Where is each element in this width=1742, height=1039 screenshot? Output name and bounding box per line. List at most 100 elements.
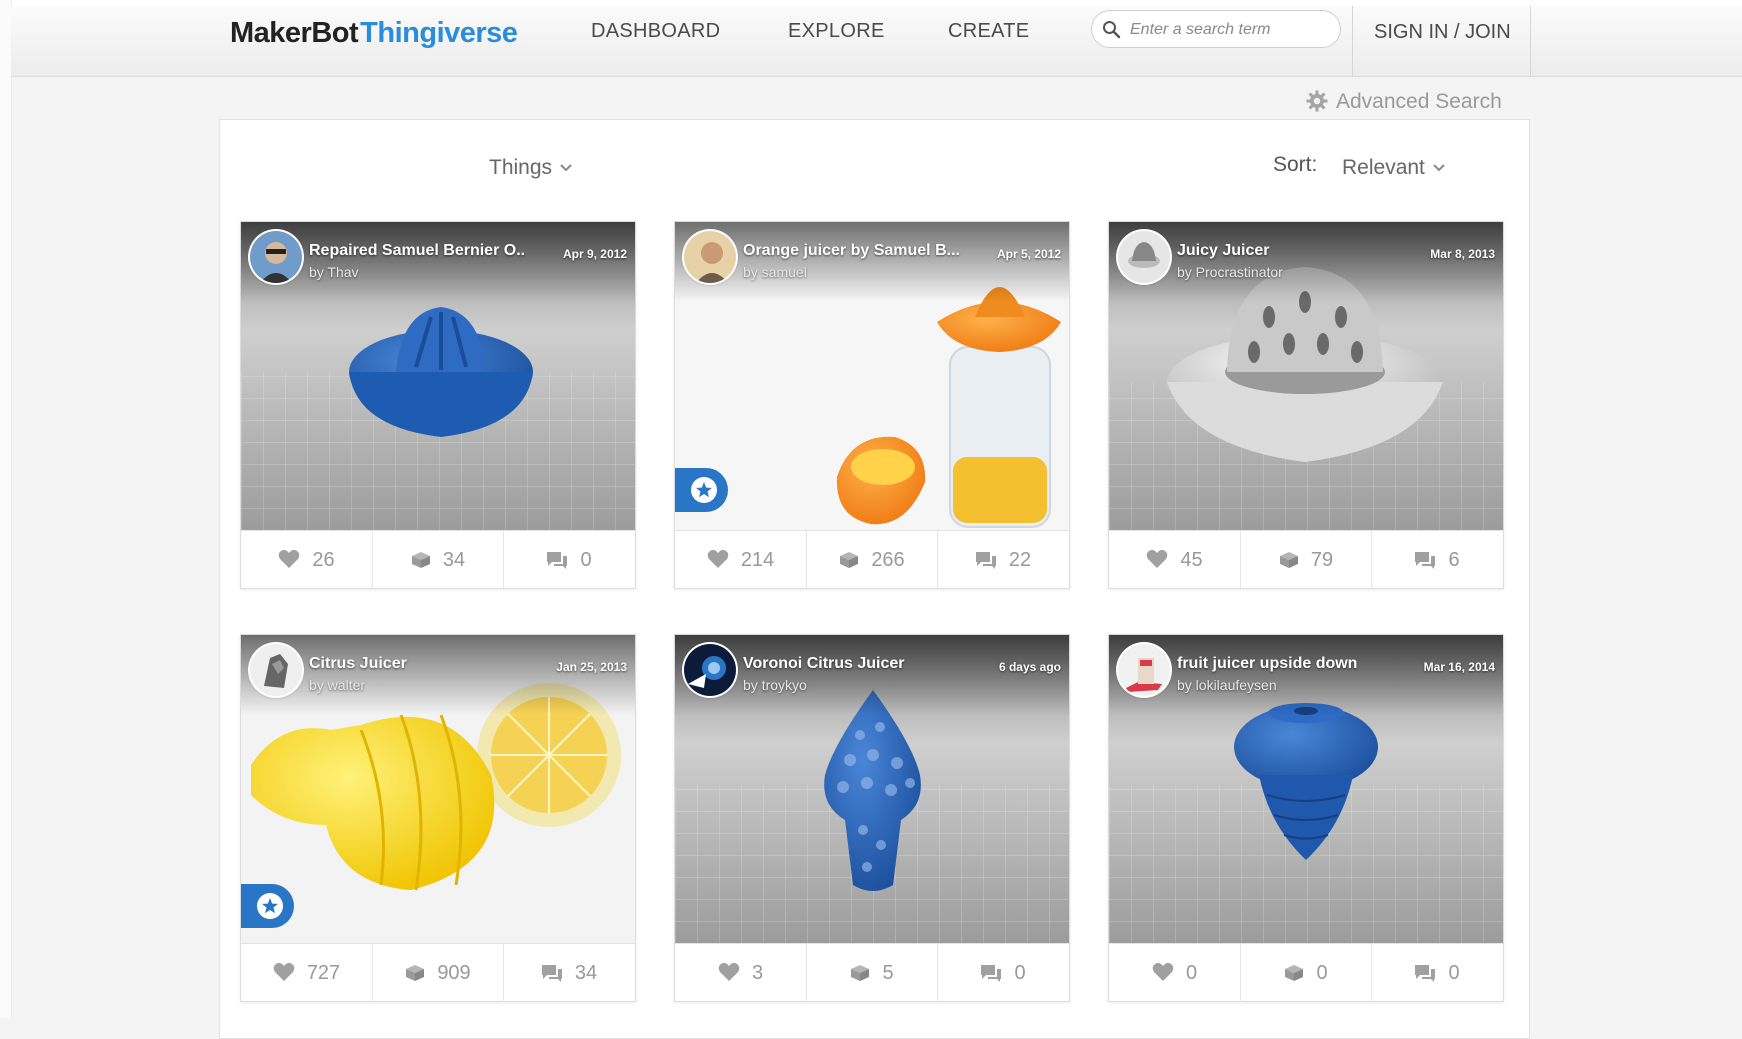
like-button[interactable]: 214	[675, 531, 806, 589]
card-author[interactable]: by walter	[309, 677, 365, 693]
sort-dropdown[interactable]: Relevant	[1342, 154, 1445, 180]
comment-count: 0	[1448, 962, 1460, 984]
sort-label: Sort:	[1273, 153, 1318, 176]
heart-icon	[279, 549, 300, 568]
avatar[interactable]	[1118, 231, 1170, 283]
comment-button[interactable]: 34	[503, 944, 634, 1002]
card-title[interactable]: Orange juicer by Samuel B...	[743, 242, 960, 260]
card-stats: 0 0 0	[1109, 943, 1503, 1002]
thing-thumbnail[interactable]: Orange juicer by Samuel B... by samuel A…	[675, 222, 1069, 530]
like-count: 26	[312, 549, 335, 571]
card-date: Apr 5, 2012	[996, 247, 1061, 261]
collect-button[interactable]: 5	[806, 944, 937, 1002]
collect-button[interactable]: 909	[372, 944, 503, 1002]
comment-button[interactable]: 0	[503, 531, 634, 589]
type-filter-value: Things	[489, 156, 553, 179]
collect-count: 909	[437, 962, 471, 984]
collect-count: 79	[1310, 549, 1334, 571]
collect-count: 0	[1316, 962, 1328, 984]
thing-card[interactable]: Citrus Juicer by walter Jan 25, 2013 727…	[240, 634, 636, 1002]
card-stats: 3 5 0	[675, 943, 1069, 1002]
advanced-search-label: Advanced Search	[1336, 90, 1502, 113]
nav-explore[interactable]: EXPLORE	[788, 20, 885, 43]
comment-button[interactable]: 0	[937, 944, 1068, 1002]
card-title[interactable]: Juicy Juicer	[1177, 242, 1270, 260]
like-button[interactable]: 45	[1109, 531, 1240, 589]
nav-create[interactable]: CREATE	[948, 20, 1029, 43]
card-author[interactable]: by troykyo	[743, 677, 807, 693]
thing-card[interactable]: Voronoi Citrus Juicer by troykyo 6 days …	[674, 634, 1070, 1002]
advanced-search-link[interactable]: Advanced Search	[1306, 90, 1502, 114]
search-box	[1091, 10, 1341, 48]
thing-card[interactable]: Repaired Samuel Bernier O.. by Thav Apr …	[240, 221, 636, 589]
thing-thumbnail[interactable]: fruit juicer upside down by lokilaufeyse…	[1109, 635, 1503, 943]
thing-thumbnail[interactable]: Voronoi Citrus Juicer by troykyo 6 days …	[675, 635, 1069, 943]
thing-thumbnail[interactable]: Repaired Samuel Bernier O.. by Thav Apr …	[241, 222, 635, 530]
star-icon	[691, 477, 717, 503]
collect-count: 5	[882, 962, 894, 984]
thing-thumbnail[interactable]: Citrus Juicer by walter Jan 25, 2013	[241, 635, 635, 943]
featured-badge	[241, 884, 294, 928]
collect-button[interactable]: 0	[1240, 944, 1371, 1002]
collect-icon	[411, 552, 430, 568]
card-title[interactable]: Citrus Juicer	[309, 655, 407, 673]
like-count: 45	[1180, 549, 1203, 571]
card-title[interactable]: Repaired Samuel Bernier O..	[309, 242, 525, 260]
heart-icon	[1147, 549, 1168, 568]
avatar[interactable]	[1118, 644, 1170, 696]
collect-count: 34	[442, 549, 466, 571]
avatar[interactable]	[684, 231, 736, 283]
card-author[interactable]: by samuel	[743, 264, 807, 280]
chevron-down-icon	[1433, 154, 1445, 178]
card-date: Mar 8, 2013	[1430, 247, 1495, 261]
thing-card[interactable]: Juicy Juicer by Procrastinator Mar 8, 20…	[1108, 221, 1504, 589]
collect-icon	[1285, 965, 1304, 981]
thing-card[interactable]: Orange juicer by Samuel B... by samuel A…	[674, 221, 1070, 589]
comment-button[interactable]: 22	[937, 531, 1068, 589]
sort-value: Relevant	[1342, 156, 1425, 179]
sign-in-join-link[interactable]: SIGN IN / JOIN	[1374, 21, 1511, 44]
like-count: 727	[306, 962, 341, 984]
nav-dashboard[interactable]: DASHBOARD	[591, 20, 720, 43]
like-button[interactable]: 0	[1109, 944, 1240, 1002]
thing-thumbnail[interactable]: Juicy Juicer by Procrastinator Mar 8, 20…	[1109, 222, 1503, 530]
type-filter-dropdown[interactable]: Things	[489, 154, 572, 180]
like-count: 214	[740, 549, 775, 571]
avatar[interactable]	[684, 644, 736, 696]
comment-count: 6	[1448, 549, 1460, 571]
like-button[interactable]: 727	[241, 944, 372, 1002]
card-stats: 727 909 34	[241, 943, 635, 1002]
card-author[interactable]: by Thav	[309, 264, 359, 280]
chevron-down-icon	[560, 154, 572, 178]
comment-count: 0	[1014, 962, 1026, 984]
collect-icon	[1279, 552, 1298, 568]
gear-icon	[1306, 90, 1336, 113]
collect-icon	[851, 965, 870, 981]
collect-button[interactable]: 266	[806, 531, 937, 589]
featured-badge	[675, 468, 728, 512]
collect-button[interactable]: 34	[372, 531, 503, 589]
comment-button[interactable]: 0	[1371, 944, 1502, 1002]
site-logo[interactable]: MakerBotThingiverse	[230, 17, 518, 50]
card-author[interactable]: by Procrastinator	[1177, 264, 1283, 280]
logo-makerbot: MakerBot	[230, 17, 359, 49]
like-button[interactable]: 26	[241, 531, 372, 589]
collect-icon	[406, 965, 425, 981]
collect-icon	[840, 552, 859, 568]
card-stats: 45 79 6	[1109, 530, 1503, 589]
comment-count: 0	[580, 549, 592, 571]
avatar[interactable]	[250, 644, 302, 696]
card-author[interactable]: by lokilaufeysen	[1177, 677, 1277, 693]
card-stats: 26 34 0	[241, 530, 635, 589]
site-header: MakerBotThingiverse DASHBOARD EXPLORE CR…	[11, 6, 1742, 77]
thing-card[interactable]: fruit juicer upside down by lokilaufeyse…	[1108, 634, 1504, 1002]
collect-button[interactable]: 79	[1240, 531, 1371, 589]
comment-button[interactable]: 6	[1371, 531, 1502, 589]
search-input[interactable]	[1128, 18, 1332, 42]
avatar[interactable]	[250, 231, 302, 283]
like-button[interactable]: 3	[675, 944, 806, 1002]
card-date: 6 days ago	[998, 660, 1061, 674]
card-title[interactable]: Voronoi Citrus Juicer	[743, 655, 905, 673]
comment-icon	[975, 552, 996, 569]
card-title[interactable]: fruit juicer upside down	[1177, 655, 1357, 673]
